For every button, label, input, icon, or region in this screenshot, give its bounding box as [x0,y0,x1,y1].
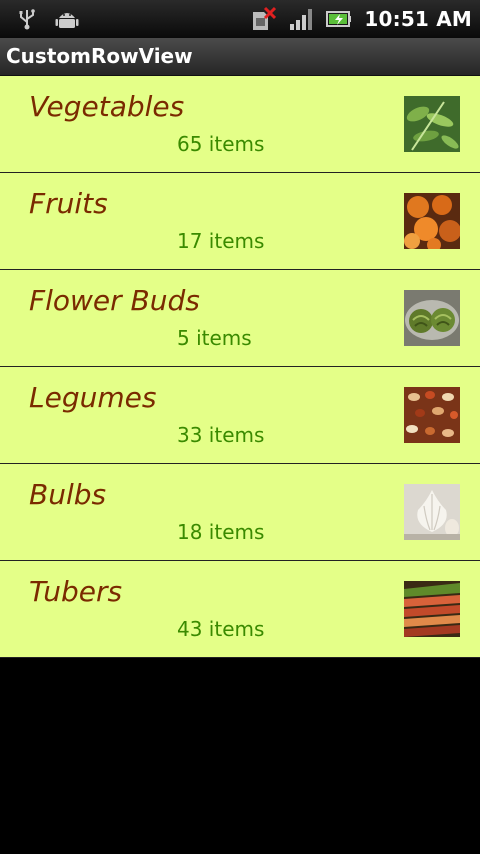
item-count: 18 items [177,520,265,544]
legumes-thumbnail [404,387,460,443]
item-count: 33 items [177,423,265,447]
list-item-vegetables[interactable]: Vegetables 65 items [0,76,480,173]
battery-charging-icon [326,6,352,32]
item-count: 17 items [177,229,265,253]
app-title-bar: CustomRowView [0,38,480,76]
item-count: 65 items [177,132,265,156]
status-bar: 10:51 AM [0,0,480,38]
item-count: 43 items [177,617,265,641]
flower-buds-thumbnail [404,290,460,346]
list-item-legumes[interactable]: Legumes 33 items [0,367,480,464]
usb-icon [14,6,40,32]
signal-icon [288,6,314,32]
status-time: 10:51 AM [364,7,472,31]
no-sim-icon [250,6,277,32]
item-name: Fruits [29,187,108,220]
item-name: Flower Buds [29,284,200,317]
list-item-fruits[interactable]: Fruits 17 items [0,173,480,270]
item-name: Tubers [29,575,123,608]
vegetables-thumbnail [404,96,460,152]
android-debug-icon [54,6,80,32]
item-name: Bulbs [29,478,107,511]
bulbs-thumbnail [404,484,460,540]
item-name: Vegetables [29,90,185,123]
fruits-thumbnail [404,193,460,249]
app-title: CustomRowView [6,44,193,68]
list-item-tubers[interactable]: Tubers 43 items [0,561,480,658]
tubers-thumbnail [404,581,460,637]
item-count: 5 items [177,326,252,350]
category-list: Vegetables 65 items Fruits 17 items Flow… [0,76,480,658]
list-item-bulbs[interactable]: Bulbs 18 items [0,464,480,561]
item-name: Legumes [29,381,157,414]
list-item-flower-buds[interactable]: Flower Buds 5 items [0,270,480,367]
